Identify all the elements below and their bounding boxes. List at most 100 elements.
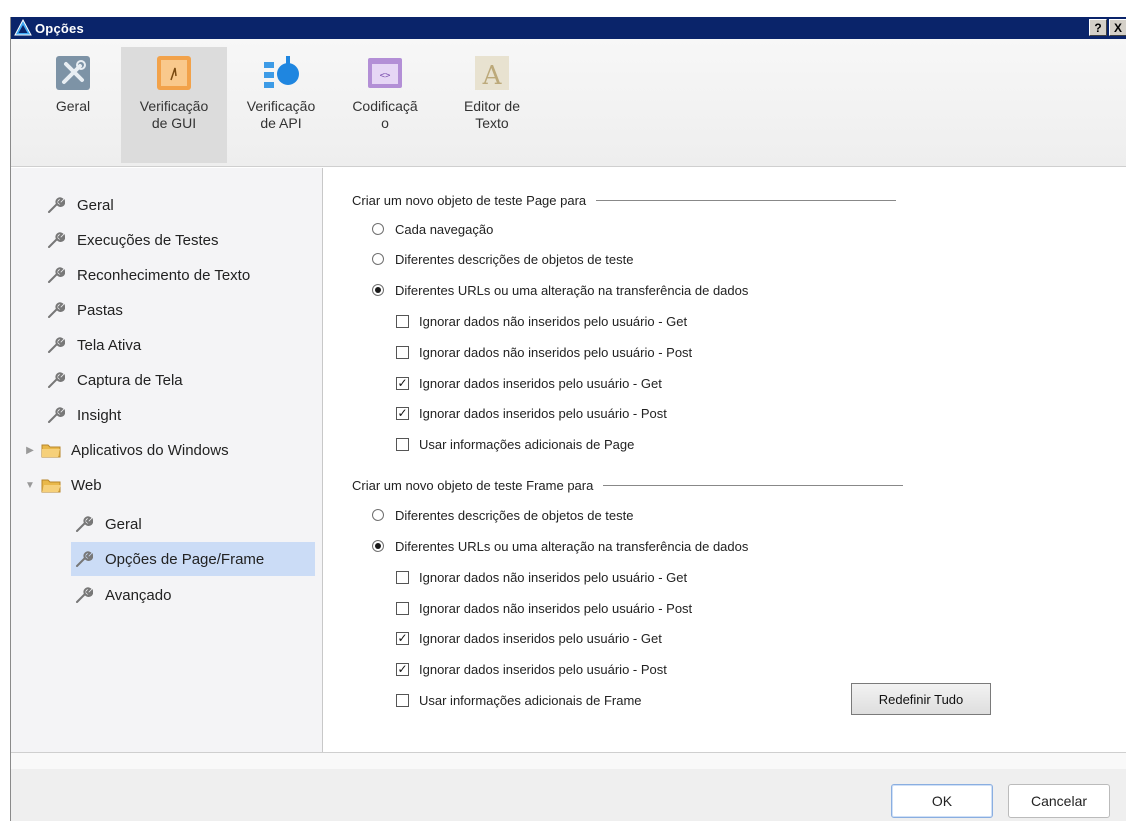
frame-check-info-adicionais[interactable]: Usar informações adicionais de Frame <box>396 690 642 710</box>
tree-item-captura[interactable]: Captura de Tela <box>47 365 183 395</box>
collapse-arrow-icon[interactable]: ▼ <box>25 480 35 491</box>
tree-item-tela-ativa[interactable]: Tela Ativa <box>47 330 141 360</box>
page-option-descricoes[interactable]: Diferentes descrições de objetos de test… <box>372 249 633 269</box>
page-check-nao-inseridos-post[interactable]: Ignorar dados não inseridos pelo usuário… <box>396 342 692 362</box>
tree-item-label: Captura de Tela <box>77 371 183 389</box>
radio-button[interactable] <box>372 253 384 265</box>
checkbox[interactable] <box>396 601 409 615</box>
tree-item-insight[interactable]: Insight <box>47 400 121 430</box>
group-title-text: Criar um novo objeto de teste Page para <box>352 193 587 208</box>
app-logo-icon <box>14 19 32 36</box>
frame-option-descricoes[interactable]: Diferentes descrições de objetos de test… <box>372 505 633 525</box>
tools-icon <box>56 56 90 90</box>
tree-item-execucoes[interactable]: Execuções de Testes <box>47 225 218 255</box>
tree-item-reconhecimento[interactable]: Reconhecimento de Texto <box>47 260 250 290</box>
tree-item-web-geral[interactable]: Geral <box>75 509 142 539</box>
frame-group-title: Criar um novo objeto de teste Frame para <box>352 478 904 493</box>
tree-item-label: Geral <box>105 515 142 533</box>
tree-item-label: Pastas <box>77 301 123 319</box>
text-editor-icon: A <box>475 56 509 91</box>
wrench-icon <box>76 516 93 532</box>
page-group-title: Criar um novo objeto de teste Page para <box>352 193 897 208</box>
radio-button[interactable] <box>372 540 384 552</box>
toolbar-label: Geral <box>55 98 91 114</box>
expand-arrow-icon[interactable]: ▶ <box>25 445 35 456</box>
frame-check-nao-inseridos-post[interactable]: Ignorar dados não inseridos pelo usuário… <box>396 598 692 618</box>
api-check-icon <box>264 56 299 88</box>
footer-divider <box>11 753 1126 769</box>
option-label: Ignorar dados inseridos pelo usuário - G… <box>419 630 662 646</box>
option-label: Ignorar dados inseridos pelo usuário - P… <box>419 405 667 421</box>
radio-button[interactable] <box>372 223 384 235</box>
checkbox-checked[interactable]: ✓ <box>396 662 409 676</box>
settings-tree: Geral Execuções de Testes Reconhecimento… <box>11 168 323 752</box>
tree-item-label: Reconhecimento de Texto <box>77 266 251 284</box>
svg-text:A: A <box>482 61 503 91</box>
tree-item-web[interactable]: ▼ Web <box>25 470 102 500</box>
gui-check-icon <box>157 56 191 90</box>
option-label: Ignorar dados não inseridos pelo usuário… <box>419 600 693 616</box>
toolbar-label: Verificação de API <box>246 98 316 131</box>
group-divider <box>603 485 904 486</box>
tree-item-label: Aplicativos do Windows <box>71 441 229 459</box>
group-divider <box>596 200 897 201</box>
checkbox-checked[interactable]: ✓ <box>396 406 409 420</box>
frame-check-inseridos-get[interactable]: ✓ Ignorar dados inseridos pelo usuário -… <box>396 628 662 648</box>
option-label: Ignorar dados não inseridos pelo usuário… <box>419 344 693 360</box>
tree-item-pastas[interactable]: Pastas <box>47 295 123 325</box>
frame-option-urls[interactable]: Diferentes URLs ou uma alteração na tran… <box>372 536 748 556</box>
checkbox[interactable] <box>396 570 409 584</box>
checkbox-checked[interactable]: ✓ <box>396 376 409 390</box>
title-bar[interactable]: Opções ? X <box>11 17 1126 39</box>
toolbar-item-editor-texto[interactable]: A Editor de Texto <box>447 47 537 163</box>
toolbar-label: Editor de Texto <box>463 98 521 131</box>
group-title-text: Criar um novo objeto de teste Frame para <box>352 478 594 493</box>
tree-item-label: Avançado <box>105 586 172 604</box>
coding-icon: <> <box>368 58 402 88</box>
checkbox[interactable] <box>396 693 409 707</box>
checkbox[interactable] <box>396 437 409 451</box>
close-button[interactable]: X <box>1109 19 1126 36</box>
toolbar-label: Codificaçã o <box>352 98 418 131</box>
help-button[interactable]: ? <box>1089 19 1107 36</box>
ok-button[interactable]: OK <box>891 784 993 818</box>
option-label: Cada navegação <box>395 221 494 237</box>
tree-item-label: Web <box>71 476 102 494</box>
radio-button[interactable] <box>372 284 384 296</box>
page-frame-options-panel: Criar um novo objeto de teste Page para … <box>324 168 1126 752</box>
reset-all-button[interactable]: Redefinir Tudo <box>851 683 991 715</box>
page-check-inseridos-get[interactable]: ✓ Ignorar dados inseridos pelo usuário -… <box>396 373 662 393</box>
tree-item-page-frame[interactable]: Opções de Page/Frame <box>71 542 315 576</box>
toolbar-item-geral[interactable]: Geral <box>33 47 113 163</box>
toolbar-item-verificacao-api[interactable]: Verificação de API <box>231 47 331 163</box>
option-label: Ignorar dados inseridos pelo usuário - P… <box>419 661 667 677</box>
frame-check-nao-inseridos-get[interactable]: Ignorar dados não inseridos pelo usuário… <box>396 567 687 587</box>
checkbox[interactable] <box>396 314 409 328</box>
page-option-urls[interactable]: Diferentes URLs ou uma alteração na tran… <box>372 280 748 300</box>
option-label: Diferentes descrições de objetos de test… <box>395 507 634 523</box>
frame-check-inseridos-post[interactable]: ✓ Ignorar dados inseridos pelo usuário -… <box>396 659 667 679</box>
window-title: Opções <box>35 20 84 36</box>
tree-item-geral[interactable]: Geral <box>47 190 114 220</box>
wrench-icon <box>48 337 65 353</box>
tree-item-aplicativos[interactable]: ▶ Aplicativos do Windows <box>25 435 229 465</box>
wrench-icon <box>48 232 65 248</box>
toolbar-item-verificacao-gui[interactable]: Verificação de GUI <box>121 47 227 163</box>
page-check-inseridos-post[interactable]: ✓ Ignorar dados inseridos pelo usuário -… <box>396 403 667 423</box>
folder-open-icon <box>41 479 61 493</box>
page-check-info-adicionais[interactable]: Usar informações adicionais de Page <box>396 434 634 454</box>
checkbox[interactable] <box>396 345 409 359</box>
wrench-icon <box>76 551 93 567</box>
option-label: Usar informações adicionais de Frame <box>419 692 642 708</box>
tree-item-label: Execuções de Testes <box>77 231 219 249</box>
radio-button[interactable] <box>372 509 384 521</box>
toolbar-item-codificacao[interactable]: <> Codificaçã o <box>337 47 433 163</box>
option-label: Diferentes URLs ou uma alteração na tran… <box>395 538 749 554</box>
page-check-nao-inseridos-get[interactable]: Ignorar dados não inseridos pelo usuário… <box>396 311 687 331</box>
wrench-icon <box>48 267 65 283</box>
page-option-cada-navegacao[interactable]: Cada navegação <box>372 219 493 239</box>
option-label: Ignorar dados inseridos pelo usuário - G… <box>419 375 662 391</box>
cancel-button[interactable]: Cancelar <box>1008 784 1110 818</box>
tree-item-avancado[interactable]: Avançado <box>75 580 171 610</box>
checkbox-checked[interactable]: ✓ <box>396 631 409 645</box>
